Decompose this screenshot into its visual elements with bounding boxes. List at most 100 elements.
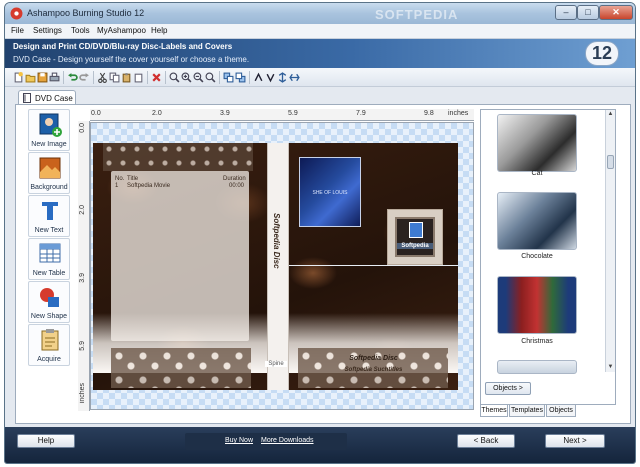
rotate-right-icon[interactable] <box>265 72 276 83</box>
front-subtitle[interactable]: Softpedia Suchtitles <box>289 367 458 373</box>
new-shape-button[interactable]: New Shape <box>28 281 70 323</box>
tool-label: Background <box>30 184 68 191</box>
menu-file[interactable]: File <box>11 26 24 35</box>
dvd-case-icon <box>23 93 31 103</box>
undo-icon[interactable] <box>67 72 78 83</box>
ruler-label: 3.9 <box>79 273 86 283</box>
themes-panel: Cat Chocolate Christmas ▲ ▼ Objects > <box>480 109 616 405</box>
ruler-label: 9.8 <box>424 110 434 117</box>
toolbar-separator <box>93 71 94 84</box>
save-icon[interactable] <box>37 72 48 83</box>
back-button[interactable]: < Back <box>457 434 515 448</box>
ruler-label: 0.0 <box>79 123 86 133</box>
zoom-in-icon[interactable] <box>181 72 192 83</box>
background-button[interactable]: Background <box>28 152 70 194</box>
track-no-header: No. <box>115 176 125 182</box>
redo-icon[interactable] <box>79 72 90 83</box>
send-back-icon[interactable] <box>235 72 246 83</box>
new-text-icon <box>42 202 58 220</box>
theme-cat[interactable] <box>497 114 577 172</box>
scroll-up-icon[interactable]: ▲ <box>606 110 615 119</box>
theme-chocolate[interactable] <box>497 192 577 250</box>
front-photo[interactable]: SHE OF LOUIS <box>299 157 361 227</box>
app-window: Ashampoo Burning Studio 12 SOFTPEDIA – □… <box>4 2 636 464</box>
vertical-ruler: 0.0 2.0 3.9 5.9 inches <box>78 121 90 411</box>
design-canvas[interactable]: No. Title Duration 1 Softpedia Movie 00:… <box>90 122 474 410</box>
footer-bar: Help Buy Now More Downloads < Back Next … <box>5 427 635 463</box>
paste-special-icon[interactable] <box>133 72 144 83</box>
minimize-button[interactable]: – <box>555 5 577 20</box>
track-title: Softpedia Movie <box>127 183 171 189</box>
more-downloads-link[interactable]: More Downloads <box>261 437 314 444</box>
new-image-button[interactable]: New Image <box>28 109 70 151</box>
avatar-icon <box>409 222 423 238</box>
tool-label: New Shape <box>30 313 68 320</box>
tab-themes[interactable]: Themes <box>480 405 508 417</box>
acquire-button[interactable]: Acquire <box>28 324 70 366</box>
bring-front-icon[interactable] <box>223 72 234 83</box>
copy-icon[interactable] <box>109 72 120 83</box>
print-icon[interactable] <box>49 72 60 83</box>
scroll-thumb[interactable] <box>607 155 614 169</box>
flip-vertical-icon[interactable] <box>277 72 288 83</box>
toolbar-separator <box>219 71 220 84</box>
theme-next[interactable] <box>497 360 577 374</box>
new-text-button[interactable]: New Text <box>28 195 70 237</box>
ruler-label: 5.9 <box>288 110 298 117</box>
menu-tools[interactable]: Tools <box>71 26 90 35</box>
toolbar <box>5 68 635 87</box>
window-title: Ashampoo Burning Studio 12 <box>27 8 145 18</box>
flip-horizontal-icon[interactable] <box>289 72 300 83</box>
logo-frame[interactable]: Softpedia <box>387 209 443 265</box>
horizontal-ruler: 0.0 2.0 3.9 5.9 7.9 9.8 inches <box>90 109 474 121</box>
new-icon[interactable] <box>13 72 24 83</box>
tab-templates[interactable]: Templates <box>509 405 545 417</box>
scroll-down-icon[interactable]: ▼ <box>606 363 615 372</box>
rotate-left-icon[interactable] <box>253 72 264 83</box>
app-logo-icon <box>10 7 23 20</box>
help-button[interactable]: Help <box>17 434 75 448</box>
theme-label: Chocolate <box>521 253 553 260</box>
theme-label: Christmas <box>521 338 553 345</box>
track-no: 1 <box>115 183 119 189</box>
paste-icon[interactable] <box>121 72 132 83</box>
page-subtitle: DVD Case - Design yourself the cover you… <box>13 55 250 64</box>
track-duration: 00:00 <box>229 183 245 189</box>
ruler-label: 2.0 <box>79 205 86 215</box>
maximize-button[interactable]: □ <box>577 5 599 20</box>
lace-decoration <box>111 348 251 388</box>
open-icon[interactable] <box>25 72 36 83</box>
zoom-out-icon[interactable] <box>193 72 204 83</box>
menu-bar: File Settings Tools MyAshampoo Help <box>5 24 635 39</box>
cover-divider <box>289 265 458 266</box>
theme-christmas[interactable] <box>497 276 577 334</box>
menu-settings[interactable]: Settings <box>33 26 62 35</box>
ruler-label: 5.9 <box>79 341 86 351</box>
tool-label: New Table <box>32 270 66 277</box>
tab-objects[interactable]: Objects <box>546 405 576 417</box>
cut-icon[interactable] <box>97 72 108 83</box>
version-badge: 12 <box>585 41 619 66</box>
new-table-button[interactable]: New Table <box>28 238 70 280</box>
spine[interactable]: Softpedia Disc <box>267 143 289 390</box>
acquire-icon <box>41 329 59 351</box>
objects-button[interactable]: Objects > <box>485 382 531 395</box>
next-button[interactable]: Next > <box>545 434 605 448</box>
tab-dvd-case[interactable]: DVD Case <box>18 90 76 105</box>
menu-help[interactable]: Help <box>151 26 167 35</box>
close-button[interactable]: ✕ <box>599 5 633 20</box>
zoom-page-icon[interactable] <box>205 72 216 83</box>
dvd-cover[interactable]: No. Title Duration 1 Softpedia Movie 00:… <box>93 143 458 390</box>
delete-icon[interactable] <box>151 72 162 83</box>
themes-scrollbar[interactable]: ▲ ▼ <box>605 110 615 372</box>
spine-text: Softpedia Disc <box>272 213 281 269</box>
photo-caption: SHE OF LOUIS <box>312 190 348 196</box>
buy-now-link[interactable]: Buy Now <box>225 437 253 444</box>
menu-myashampoo[interactable]: MyAshampoo <box>97 26 146 35</box>
tool-label: New Text <box>34 227 64 234</box>
zoom-fit-icon[interactable] <box>169 72 180 83</box>
track-title-header: Title <box>127 176 139 182</box>
title-bar: Ashampoo Burning Studio 12 SOFTPEDIA – □… <box>5 3 635 24</box>
front-title[interactable]: Softpedia Disc <box>289 355 458 362</box>
toolbar-separator <box>249 71 250 84</box>
